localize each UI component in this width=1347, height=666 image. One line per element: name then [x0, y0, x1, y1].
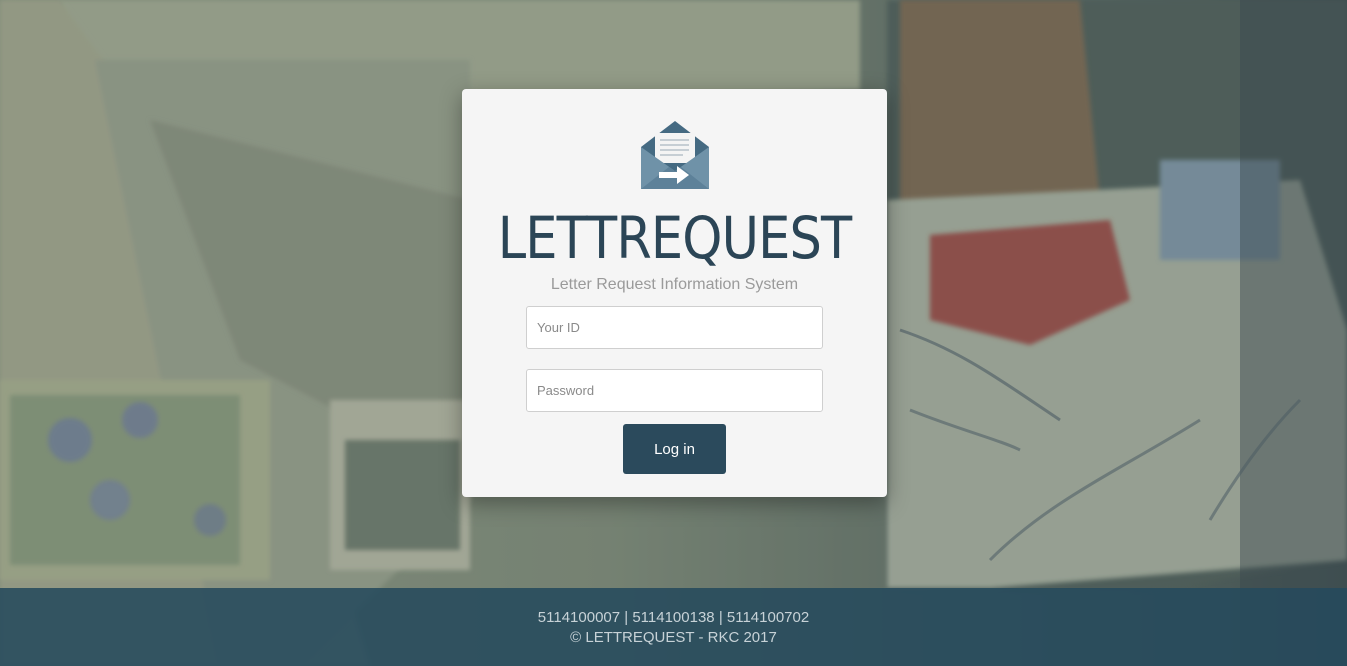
login-card: LETTREQUEST Letter Request Information S…	[462, 89, 887, 497]
login-page: LETTREQUEST Letter Request Information S…	[0, 0, 1347, 666]
password-input[interactable]	[526, 369, 823, 412]
login-button[interactable]: Log in	[623, 424, 726, 474]
envelope-letter-icon	[639, 119, 711, 191]
footer-student-ids: 5114100007 | 5114100138 | 5114100702	[537, 609, 810, 626]
footer: 5114100007 | 5114100138 | 5114100702 © L…	[0, 588, 1347, 666]
user-id-input[interactable]	[526, 306, 823, 349]
brand-tagline: Letter Request Information System	[550, 276, 799, 293]
brand-title: LETTREQUEST	[497, 204, 852, 272]
footer-copyright: © LETTREQUEST - RKC 2017	[570, 629, 777, 646]
